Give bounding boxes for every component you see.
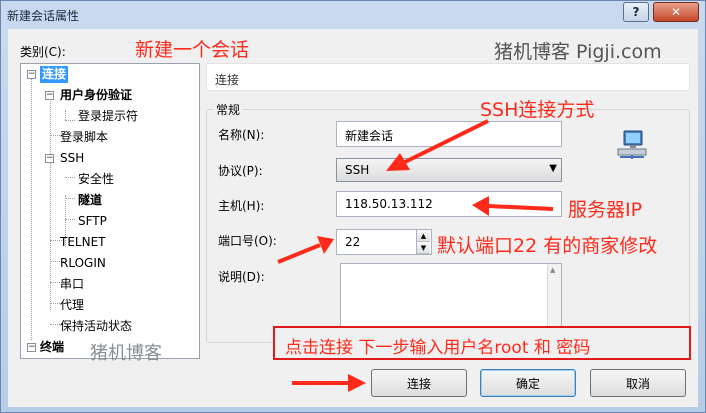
tree-item-tunnel[interactable]: 隧道 [78,192,102,209]
panel-header: 连接 [206,63,690,91]
annotation-new-session: 新建一个会话 [135,39,250,61]
watermark: 猪机博客 Pigji.com [494,41,662,63]
protocol-value: SSH [345,163,370,177]
description-label: 说明(D): [218,270,265,284]
collapse-toggle[interactable]: − [27,343,36,352]
stepper-down-icon[interactable]: ▼ [417,242,430,254]
tree-item-user-auth[interactable]: 用户身份验证 [60,87,132,104]
collapse-toggle[interactable]: − [45,91,54,100]
tree-item-sftp[interactable]: SFTP [78,213,107,230]
tree-item-login-script[interactable]: 登录脚本 [60,129,108,146]
tree-item-rlogin[interactable]: RLOGIN [60,255,106,272]
watermark-small: 猪机博客 [90,343,162,364]
close-button[interactable]: ✕ [653,2,699,22]
chevron-down-icon: ▼ [549,163,557,174]
annotation-ssh: SSH连接方式 [480,99,595,121]
host-field[interactable]: 118.50.13.112 [336,191,562,217]
tree-line [65,177,75,178]
annotation-server-ip: 服务器IP [568,199,643,221]
tree-line [65,219,75,220]
connect-button[interactable]: 连接 [371,369,467,397]
category-label: 类别(C): [20,45,66,59]
scroll-up-icon[interactable]: ▲ [550,266,555,274]
title-bar: 新建会话属性 ? ✕ [1,1,705,29]
tree-item-ssh[interactable]: SSH [60,150,84,167]
annotation-port: 默认端口22 有的商家修改 [437,235,658,257]
name-label: 名称(N): [218,128,265,142]
tree-item-keepalive[interactable]: 保持活动状态 [60,318,132,335]
port-stepper[interactable]: ▲ ▼ [416,230,430,254]
name-field[interactable]: 新建会话 [336,121,562,147]
tree-line [65,198,75,199]
tree-item-connection[interactable]: 连接 [40,66,69,83]
stepper-up-icon[interactable]: ▲ [417,230,430,242]
protocol-select[interactable]: SSH ▼ [336,158,562,182]
protocol-label: 协议(P): [218,164,263,178]
tree-item-security[interactable]: 安全性 [78,171,114,188]
tree-item-telnet[interactable]: TELNET [60,234,106,251]
network-computer-icon [617,130,647,159]
cancel-button[interactable]: 取消 [590,369,686,397]
annotation-next-step: 点击连接 下一步输入用户名root 和 密码 [273,326,691,360]
ok-button[interactable]: 确定 [480,369,576,397]
tree-item-proxy[interactable]: 代理 [60,297,84,314]
tree-item-login-prompt[interactable]: 登录提示符 [78,108,138,125]
host-label: 主机(H): [218,199,265,213]
category-tree[interactable]: − − − − 连接 用户身份验证 登录提示符 登录脚本 SSH 安全性 隧道 … [20,63,200,359]
port-label: 端口号(O): [218,234,277,248]
window-title: 新建会话属性 [7,9,80,23]
tree-line [65,120,75,121]
group-title: 常规 [213,101,244,118]
tree-item-serial[interactable]: 串口 [60,276,84,293]
tree-item-terminal[interactable]: 终端 [40,339,64,356]
tree-line [31,78,32,340]
help-button[interactable]: ? [623,2,649,22]
collapse-toggle[interactable]: − [45,154,54,163]
dialog-window: 新建会话属性 ? ✕ 类别(C): 新建一个会话 猪机博客 Pigji.com … [0,0,706,413]
arrow-connect-head [348,374,366,392]
tree-line [50,94,51,310]
dialog-client: 类别(C): 新建一个会话 猪机博客 Pigji.com − − − − 连接 … [8,29,698,407]
tree-line [65,110,66,120]
collapse-toggle[interactable]: − [27,70,36,79]
